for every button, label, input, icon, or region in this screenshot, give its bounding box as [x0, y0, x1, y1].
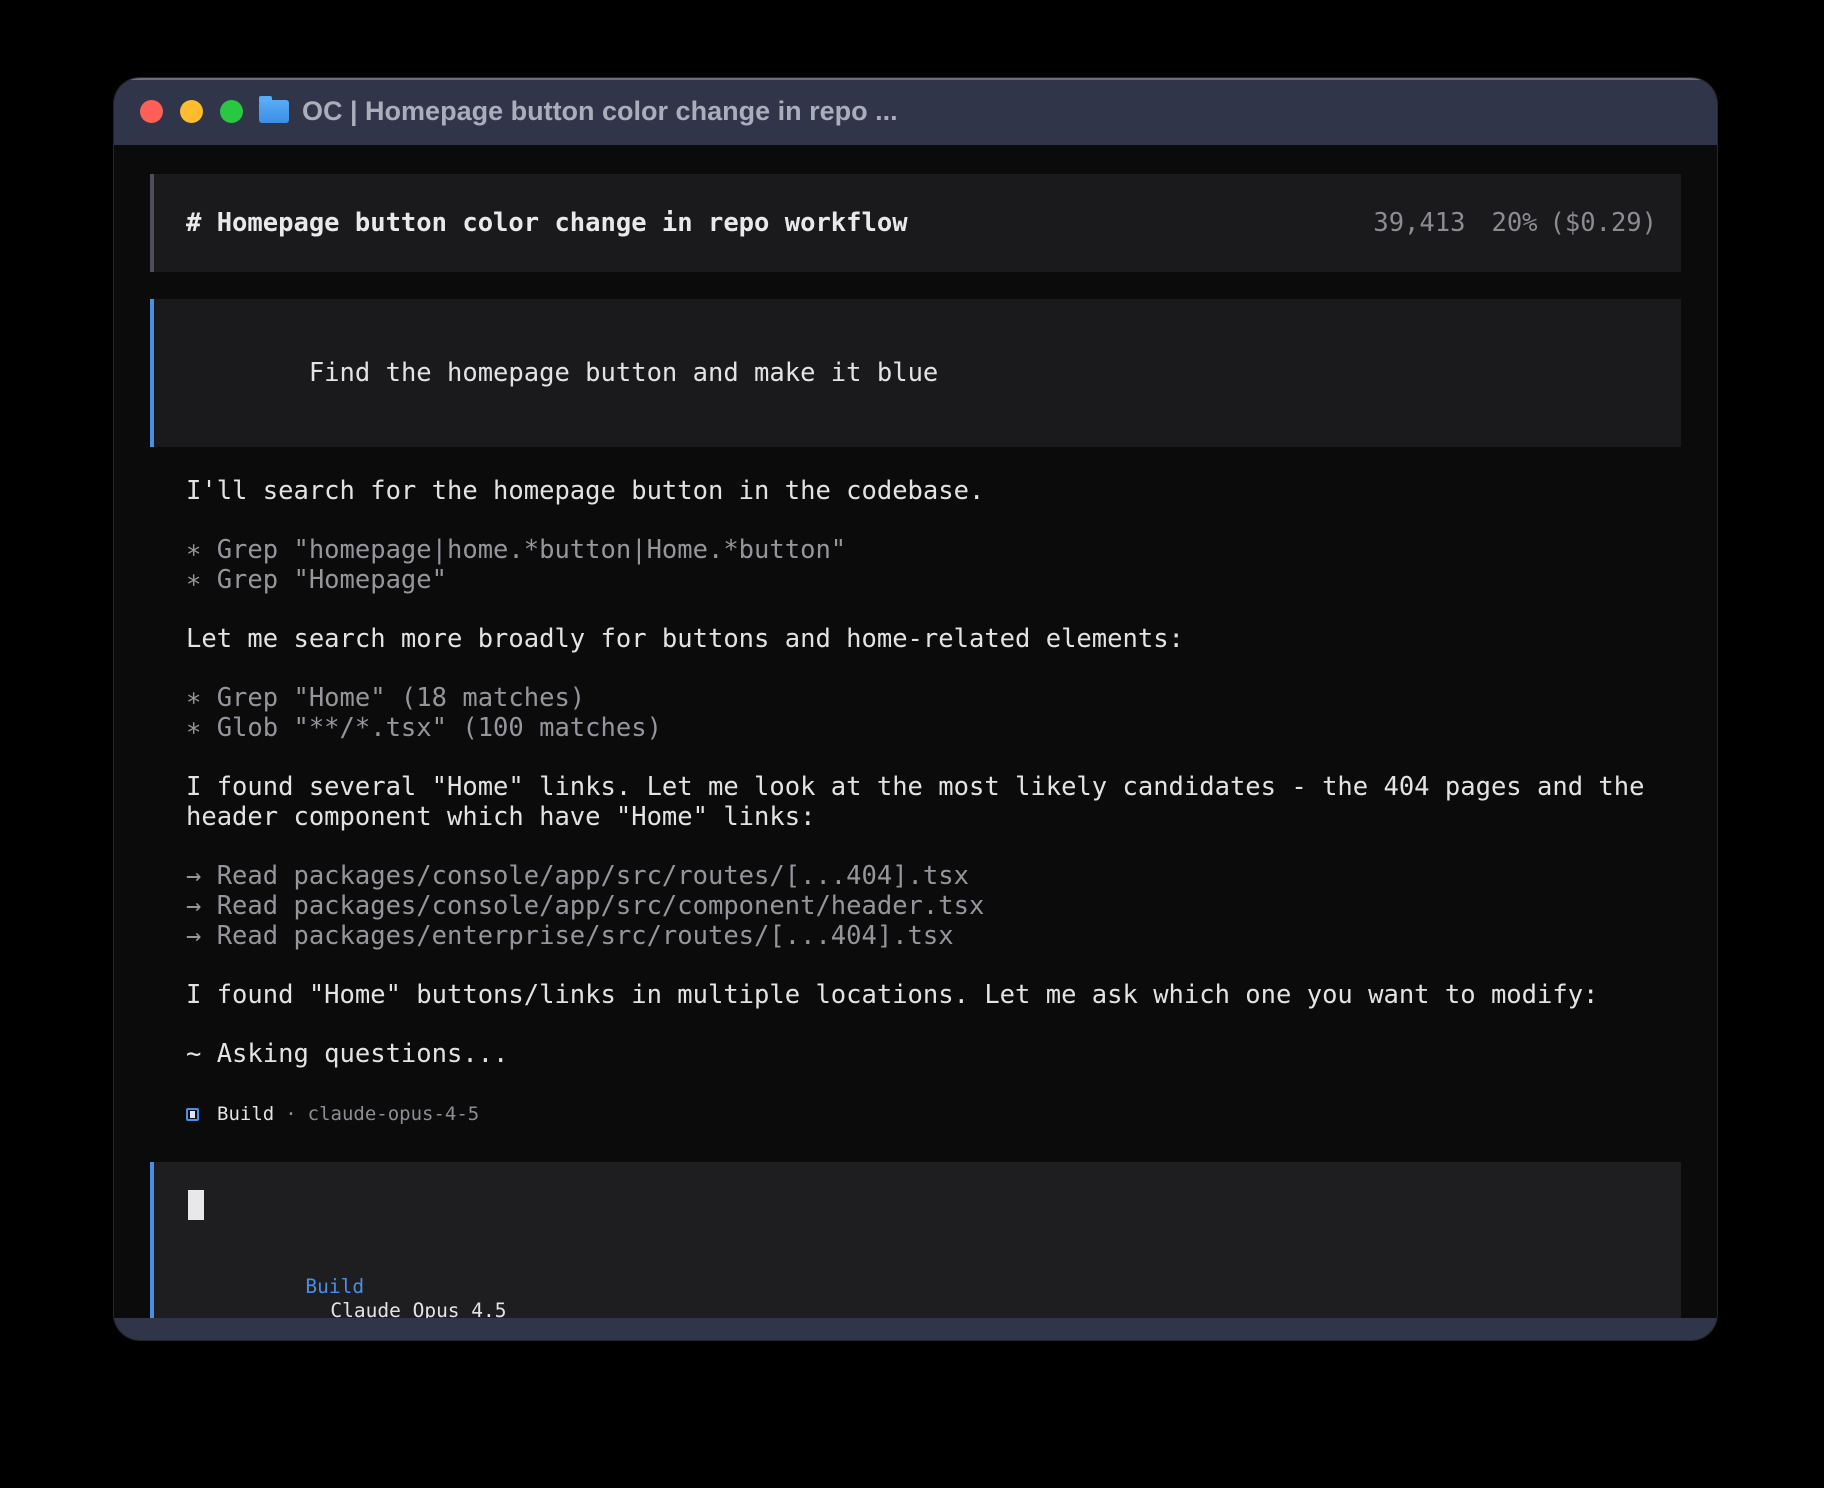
tool-call-group: → Read packages/console/app/src/routes/[… [150, 861, 1681, 951]
window-title: OC | Homepage button color change in rep… [302, 96, 898, 127]
user-message-text: Find the homepage button and make it blu… [309, 358, 938, 388]
window-titlebar[interactable]: OC | Homepage button color change in rep… [114, 78, 1717, 145]
session-title: # Homepage button color change in repo w… [186, 208, 908, 238]
terminal-body[interactable]: # Homepage button color change in repo w… [114, 145, 1717, 1318]
agent-status-row: Build · claude-opus-4-5 [150, 1103, 1681, 1126]
assistant-text-line: I found "Home" buttons/links in multiple… [186, 980, 1681, 1010]
input-agent: Build [305, 1275, 364, 1298]
agent-separator: · [285, 1103, 296, 1126]
assistant-text-line: ~ Asking questions... [186, 1039, 1681, 1069]
window-footer [114, 1318, 1717, 1340]
traffic-lights [140, 100, 243, 123]
agent-name: Build [217, 1103, 274, 1126]
assistant-text-group: I found "Home" buttons/links in multiple… [150, 980, 1681, 1010]
minimize-button[interactable] [180, 100, 203, 123]
assistant-text-line: Let me search more broadly for buttons a… [186, 624, 1681, 654]
user-message: Find the homepage button and make it blu… [150, 299, 1681, 447]
tool-call-line: ∗ Grep "Homepage" [186, 565, 1681, 595]
assistant-text-line: header component which have "Home" links… [186, 802, 1681, 832]
tool-call-line: → Read packages/console/app/src/componen… [186, 891, 1681, 921]
zoom-button[interactable] [220, 100, 243, 123]
assistant-text-group: I found several "Home" links. Let me loo… [150, 772, 1681, 832]
tool-call-group: ∗ Grep "homepage|home.*button|Home.*butt… [150, 535, 1681, 595]
text-cursor [188, 1190, 204, 1220]
assistant-text-group: I'll search for the homepage button in t… [150, 476, 1681, 506]
desktop-background: OC | Homepage button color change in rep… [0, 0, 1824, 1488]
tool-call-line: → Read packages/enterprise/src/routes/[.… [186, 921, 1681, 951]
assistant-text-line: I'll search for the homepage button in t… [186, 476, 1681, 506]
tool-call-group: ∗ Grep "Home" (18 matches)∗ Glob "**/*.t… [150, 683, 1681, 743]
agent-badge-icon [186, 1108, 199, 1121]
input-model: Claude Opus 4.5 [330, 1299, 506, 1318]
input-model-row: Build Claude Opus 4.5 OpenCode Zen [188, 1251, 1657, 1318]
prompt-input[interactable]: Build Claude Opus 4.5 OpenCode Zen [150, 1162, 1681, 1318]
agent-model: claude-opus-4-5 [308, 1103, 480, 1126]
context-percentage: 20% [1491, 208, 1537, 238]
session-stats: 39,413 20% ($0.29) [1373, 208, 1657, 238]
assistant-text-group: Let me search more broadly for buttons a… [150, 624, 1681, 654]
assistant-text-group: ~ Asking questions... [150, 1039, 1681, 1069]
tool-call-line: → Read packages/console/app/src/routes/[… [186, 861, 1681, 891]
token-count: 39,413 [1373, 208, 1465, 238]
terminal-window: OC | Homepage button color change in rep… [114, 78, 1717, 1340]
conversation: I'll search for the homepage button in t… [150, 476, 1681, 1069]
assistant-text-line: I found several "Home" links. Let me loo… [186, 772, 1681, 802]
folder-icon [259, 100, 289, 123]
close-button[interactable] [140, 100, 163, 123]
tool-call-line: ∗ Grep "homepage|home.*button|Home.*butt… [186, 535, 1681, 565]
tool-call-line: ∗ Glob "**/*.tsx" (100 matches) [186, 713, 1681, 743]
session-cost: ($0.29) [1550, 208, 1657, 238]
session-header: # Homepage button color change in repo w… [150, 174, 1681, 272]
tool-call-line: ∗ Grep "Home" (18 matches) [186, 683, 1681, 713]
